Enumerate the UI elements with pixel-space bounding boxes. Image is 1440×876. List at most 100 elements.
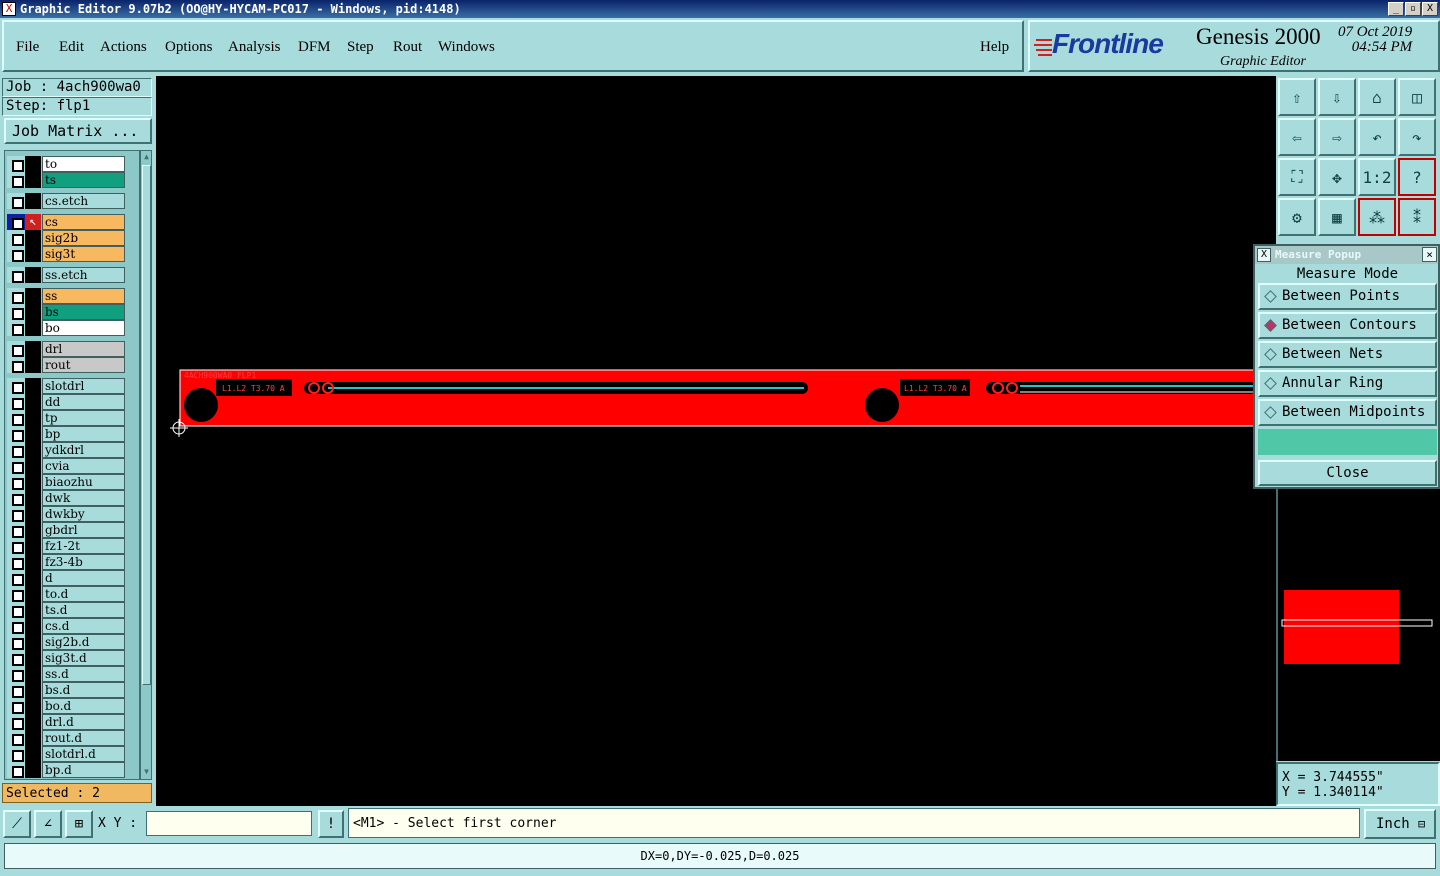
menu-windows[interactable]: Windows xyxy=(438,39,495,56)
layer-affected-toggle[interactable] xyxy=(25,618,41,634)
layer-checkbox[interactable] xyxy=(7,730,25,746)
layer-name[interactable]: ss xyxy=(42,288,125,304)
pan-left-icon[interactable]: ⇦ xyxy=(1278,118,1316,156)
layer-name[interactable]: ts xyxy=(42,172,125,188)
layer-affected-toggle[interactable] xyxy=(25,458,41,474)
settings-icon[interactable]: ⚙ xyxy=(1278,198,1316,236)
layer-name[interactable]: rout xyxy=(42,357,125,373)
layer-checkbox[interactable] xyxy=(7,394,25,410)
split-view-icon[interactable]: ◫ xyxy=(1398,78,1436,116)
layer-row[interactable]: dwk xyxy=(7,490,125,506)
layer-row[interactable]: to.d xyxy=(7,586,125,602)
layer-checkbox[interactable] xyxy=(7,357,25,373)
close-window-button[interactable]: X xyxy=(1422,2,1438,16)
layer-name[interactable]: cvia xyxy=(42,458,125,474)
layer-name[interactable]: ydkdrl xyxy=(42,442,125,458)
layer-affected-toggle[interactable] xyxy=(25,586,41,602)
layer-affected-toggle[interactable] xyxy=(25,634,41,650)
menu-dfm[interactable]: DFM xyxy=(298,39,331,56)
layer-name[interactable]: d xyxy=(42,570,125,586)
layer-name[interactable]: dwk xyxy=(42,490,125,506)
pan-right-icon[interactable]: ⇨ xyxy=(1318,118,1356,156)
layer-affected-toggle[interactable] xyxy=(25,230,41,246)
layer-affected-toggle[interactable] xyxy=(25,442,41,458)
layer-row[interactable]: slotdrl.d xyxy=(7,746,125,762)
layer-row[interactable]: sig3t xyxy=(7,246,125,262)
grid-icon[interactable]: ▦ xyxy=(1318,198,1356,236)
layer-checkbox[interactable] xyxy=(7,506,25,522)
layer-checkbox[interactable] xyxy=(7,193,25,209)
layer-checkbox[interactable] xyxy=(7,442,25,458)
layer-name[interactable]: ss.etch xyxy=(42,267,125,283)
layer-row[interactable]: sig2b xyxy=(7,230,125,246)
layer-affected-toggle[interactable] xyxy=(25,172,41,188)
fit-screen-icon[interactable]: ⛶ xyxy=(1278,158,1316,196)
layer-row[interactable]: ss.d xyxy=(7,666,125,682)
layer-checkbox[interactable] xyxy=(7,634,25,650)
layer-affected-toggle[interactable] xyxy=(25,602,41,618)
layer-checkbox[interactable] xyxy=(7,538,25,554)
layer-checkbox[interactable] xyxy=(7,602,25,618)
layer-checkbox[interactable] xyxy=(7,288,25,304)
work-layer-icon[interactable]: ↖ xyxy=(25,214,41,230)
zoom-in-icon[interactable]: ⇩ xyxy=(1318,78,1356,116)
layer-row[interactable]: dd xyxy=(7,394,125,410)
layer-row[interactable]: biaozhu xyxy=(7,474,125,490)
measure-diag-icon[interactable]: ⟋ xyxy=(3,810,31,838)
layer-affected-toggle[interactable] xyxy=(25,554,41,570)
popup-close-button[interactable]: Close xyxy=(1258,460,1437,486)
menu-help[interactable]: Help xyxy=(980,39,1009,56)
layer-affected-toggle[interactable] xyxy=(25,341,41,357)
layer-affected-toggle[interactable] xyxy=(25,474,41,490)
xy-input[interactable] xyxy=(146,811,312,836)
layer-affected-toggle[interactable] xyxy=(25,394,41,410)
connect-icon[interactable]: ⁑ xyxy=(1398,198,1436,236)
layer-name[interactable]: bo xyxy=(42,320,125,336)
layer-row[interactable]: ts.d xyxy=(7,602,125,618)
help-icon[interactable]: ? xyxy=(1398,158,1436,196)
zoom-home-icon[interactable]: ⇧ xyxy=(1278,78,1316,116)
measure-option[interactable]: Between Points xyxy=(1258,283,1437,310)
layer-name[interactable]: fz1-2t xyxy=(42,538,125,554)
unit-selector[interactable]: Inch ⊟ xyxy=(1364,809,1436,839)
layer-affected-toggle[interactable] xyxy=(25,666,41,682)
layer-affected-toggle[interactable] xyxy=(25,570,41,586)
measure-option[interactable]: Between Midpoints xyxy=(1258,399,1437,426)
layer-name[interactable]: dd xyxy=(42,394,125,410)
layer-affected-toggle[interactable] xyxy=(25,730,41,746)
layer-affected-toggle[interactable] xyxy=(25,682,41,698)
layer-checkbox[interactable] xyxy=(7,172,25,188)
layer-row[interactable]: bs xyxy=(7,304,125,320)
layer-row[interactable]: drl.d xyxy=(7,714,125,730)
board-drawing[interactable]: 4ACH900WA0 FLP1 L1.L2 T3.70 A L1.L2 T3.7… xyxy=(156,76,1276,806)
undo-icon[interactable]: ↶ xyxy=(1358,118,1396,156)
layer-name[interactable]: bs.d xyxy=(42,682,125,698)
layer-name[interactable]: sig2b.d xyxy=(42,634,125,650)
layer-checkbox[interactable] xyxy=(7,474,25,490)
app-icon[interactable]: X xyxy=(2,2,16,16)
layer-checkbox[interactable] xyxy=(7,522,25,538)
layer-name[interactable]: sig3t xyxy=(42,246,125,262)
layer-affected-toggle[interactable] xyxy=(25,304,41,320)
layer-row[interactable]: tp xyxy=(7,410,125,426)
layer-row[interactable]: sig2b.d xyxy=(7,634,125,650)
layer-name[interactable]: cs.d xyxy=(42,618,125,634)
layer-row[interactable]: ss xyxy=(7,288,125,304)
layer-row[interactable]: bp xyxy=(7,426,125,442)
layer-checkbox[interactable] xyxy=(7,618,25,634)
layer-checkbox[interactable] xyxy=(7,714,25,730)
layer-row[interactable]: bp.d xyxy=(7,762,125,778)
layer-name[interactable]: cs.etch xyxy=(42,193,125,209)
layer-row[interactable]: bo xyxy=(7,320,125,336)
layer-affected-toggle[interactable] xyxy=(25,490,41,506)
menu-actions[interactable]: Actions xyxy=(100,39,147,56)
layer-affected-toggle[interactable] xyxy=(25,156,41,172)
layer-name[interactable]: cs xyxy=(42,214,125,230)
layer-affected-toggle[interactable] xyxy=(25,506,41,522)
layer-row[interactable]: ydkdrl xyxy=(7,442,125,458)
layer-checkbox[interactable] xyxy=(7,746,25,762)
layer-checkbox[interactable] xyxy=(7,214,25,230)
layer-checkbox[interactable] xyxy=(7,698,25,714)
layer-affected-toggle[interactable] xyxy=(25,538,41,554)
layer-affected-toggle[interactable] xyxy=(25,378,41,394)
